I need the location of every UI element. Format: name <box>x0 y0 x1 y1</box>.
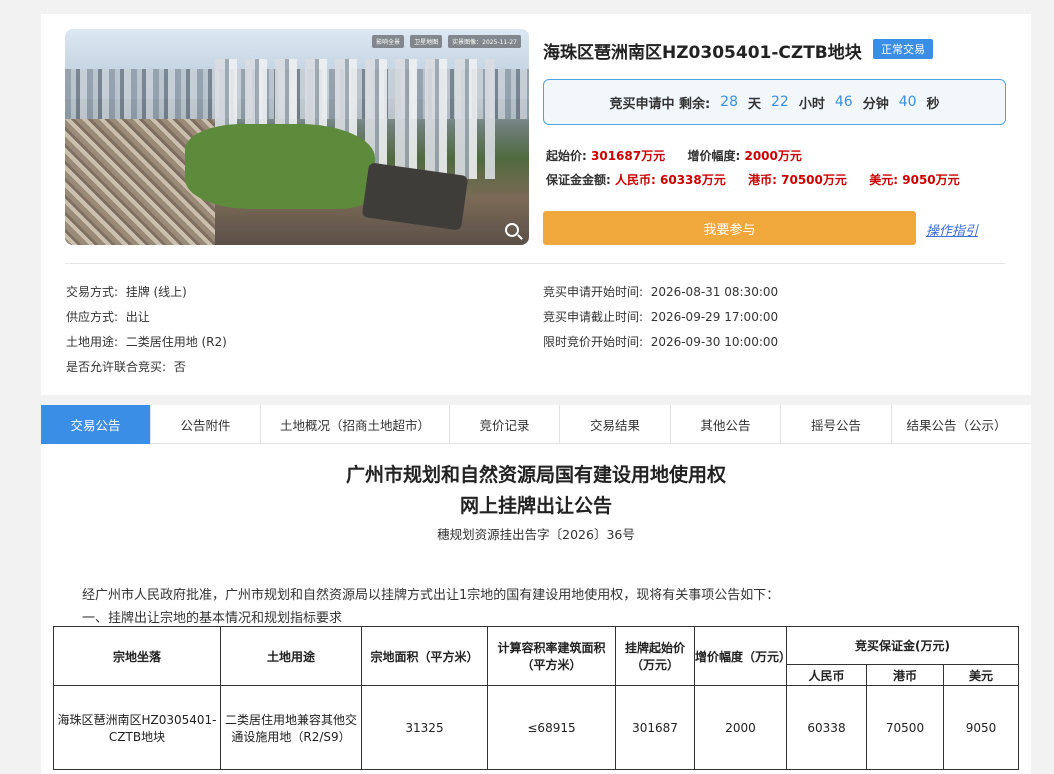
countdown-days-unit: 天 <box>748 96 762 112</box>
start-price-label: 起始价: <box>546 149 587 163</box>
notice-title-line2: 网上挂牌出让公告 <box>459 495 612 517</box>
detail-tabs: 交易公告 公告附件 土地概况（招商土地超市） 竞价记录 交易结果 其他公告 摇号… <box>41 405 1031 444</box>
notice-section-1: 一、挂牌出让宗地的基本情况和规划指标要求 <box>82 611 343 626</box>
increment-value: 2000万元 <box>744 149 802 163</box>
cell-far-area: ≤68915 <box>487 685 616 770</box>
info-value: 否 <box>173 360 186 374</box>
zoom-icon[interactable] <box>505 223 519 237</box>
deposit-cny-value: 60338万元 <box>660 173 726 187</box>
notice-intro: 经广州市人民政府批准，广州市规划和自然资源局以挂牌方式出让1宗地的国有建设用地使… <box>82 588 780 603</box>
tab-bid-records[interactable]: 竞价记录 <box>450 405 560 444</box>
info-label: 限时竞价开始时间: <box>543 335 644 349</box>
countdown-hours-unit: 小时 <box>798 96 825 112</box>
operation-guide-link[interactable]: 操作指引 <box>926 220 978 239</box>
cell-start-price: 301687 <box>615 685 695 770</box>
deposit-hkd-label: 港币: <box>748 173 777 187</box>
status-badge: 正常交易 <box>873 39 933 59</box>
tab-lottery-notice[interactable]: 摇号公告 <box>781 405 892 444</box>
tab-land-overview[interactable]: 土地概况（招商土地超市） <box>261 405 450 444</box>
notice-title-line1: 广州市规划和自然资源局国有建设用地使用权 <box>345 464 726 486</box>
info-value: 2026-09-29 17:00:00 <box>650 310 779 324</box>
deposit-hkd-value: 70500万元 <box>781 173 847 187</box>
parcel-summary-card: 影响全景 卫星地图 实景图像：2025-11-27 海珠区琶洲南区HZ03054… <box>41 14 1031 395</box>
countdown-label: 竞买申请中 剩余: <box>609 96 711 112</box>
deposit-line: 保证金金额: 人民币: 60338万元 港币: 70500万元 美元: 9050… <box>546 171 960 188</box>
photo-view-labels: 影响全景 卫星地图 实景图像：2025-11-27 <box>372 35 521 48</box>
tab-result-publicity[interactable]: 结果公告（公示） <box>892 405 1021 444</box>
countdown-panel: 竞买申请中 剩余: 28 天 22 小时 46 分钟 40 秒 <box>543 79 1006 125</box>
deposit-usd-label: 美元: <box>869 173 899 187</box>
countdown-hours: 22 <box>771 94 789 110</box>
tab-trade-notice[interactable]: 交易公告 <box>41 405 151 444</box>
tab-trade-result[interactable]: 交易结果 <box>560 405 671 444</box>
cell-cny: 60338 <box>786 685 867 770</box>
countdown-days: 28 <box>720 94 738 110</box>
countdown-minutes-unit: 分钟 <box>862 96 889 112</box>
tab-other-notices[interactable]: 其他公告 <box>671 405 781 444</box>
th-cny: 人民币 <box>786 664 867 686</box>
info-label: 土地用途: <box>66 335 119 349</box>
th-far-area: 计算容积率建筑面积（平方米） <box>487 626 616 686</box>
cell-location: 海珠区琶洲南区HZ0305401-CZTB地块 <box>53 685 221 770</box>
notice-content: 广州市规划和自然资源局国有建设用地使用权 网上挂牌出让公告 穗规划资源挂出告字〔… <box>41 444 1031 774</box>
parcel-aerial-photo[interactable]: 影响全景 卫星地图 实景图像：2025-11-27 <box>65 29 529 245</box>
parcel-title: 海珠区琶洲南区HZ0305401-CZTB地块 <box>543 43 862 63</box>
th-area: 宗地面积（平方米） <box>361 626 488 686</box>
parcel-table: 宗地坐落 土地用途 宗地面积（平方米） 计算容积率建筑面积（平方米） 挂牌起始价… <box>53 626 1020 770</box>
info-label: 供应方式: <box>66 310 119 324</box>
th-land-use: 土地用途 <box>220 626 362 686</box>
th-start-price: 挂牌起始价（万元） <box>615 626 695 686</box>
increment-label: 增价幅度: <box>687 149 741 163</box>
info-value: 二类居住用地 (R2) <box>125 335 227 349</box>
photo-label-panorama[interactable]: 影响全景 <box>372 35 405 48</box>
info-row-apply-start: 竞买申请开始时间: 2026-08-31 08:30:00 <box>543 283 778 300</box>
info-value: 挂牌 (线上) <box>125 285 187 299</box>
notice-doc-number: 穗规划资源挂出告字〔2026〕36号 <box>437 527 635 542</box>
countdown-minutes: 46 <box>834 94 853 110</box>
info-value: 出让 <box>125 310 150 324</box>
info-row-supply-mode: 供应方式: 出让 <box>66 308 150 325</box>
info-value: 2026-08-31 08:30:00 <box>650 285 779 299</box>
info-label: 是否允许联合竞买: <box>66 360 167 374</box>
info-row-apply-end: 竞买申请截止时间: 2026-09-29 17:00:00 <box>543 308 778 325</box>
countdown-seconds-unit: 秒 <box>926 96 940 112</box>
th-hkd: 港币 <box>866 664 944 686</box>
tab-attachments[interactable]: 公告附件 <box>151 405 261 444</box>
info-label: 竞买申请开始时间: <box>543 285 644 299</box>
cell-increment: 2000 <box>694 685 787 770</box>
th-location: 宗地坐落 <box>53 626 221 686</box>
photo-label-satellite[interactable]: 卫星地图 <box>410 35 443 48</box>
th-usd: 美元 <box>942 664 1020 686</box>
deposit-usd-value: 9050万元 <box>902 173 960 187</box>
info-label: 交易方式: <box>66 285 119 299</box>
cell-area: 31325 <box>361 685 488 770</box>
join-bid-button[interactable]: 我要参与 <box>543 211 916 245</box>
info-row-trade-mode: 交易方式: 挂牌 (线上) <box>66 283 187 300</box>
deposit-cny-label: 人民币: <box>615 173 656 187</box>
summary-divider <box>65 263 1005 264</box>
start-price-value: 301687万元 <box>591 149 666 163</box>
start-price-line: 起始价: 301687万元 增价幅度: 2000万元 <box>546 147 802 164</box>
info-value: 2026-09-30 10:00:00 <box>650 335 779 349</box>
countdown-seconds: 40 <box>898 94 917 110</box>
table-row: 海珠区琶洲南区HZ0305401-CZTB地块 二类居住用地兼容其他交通设施用地… <box>53 685 1020 770</box>
cell-usd: 9050 <box>942 685 1020 770</box>
info-row-joint-bid: 是否允许联合竞买: 否 <box>66 358 186 375</box>
deposit-label: 保证金金额: <box>546 173 611 187</box>
photo-green-lot <box>185 124 375 209</box>
cell-hkd: 70500 <box>866 685 944 770</box>
info-label: 竞买申请截止时间: <box>543 310 644 324</box>
info-row-land-use: 土地用途: 二类居住用地 (R2) <box>66 333 227 350</box>
th-deposit: 竞买保证金(万元) <box>785 626 1020 665</box>
cell-land-use: 二类居住用地兼容其他交通设施用地（R2/S9） <box>220 685 362 770</box>
info-row-bid-start: 限时竞价开始时间: 2026-09-30 10:00:00 <box>543 333 778 350</box>
th-increment: 增价幅度（万元） <box>694 626 791 686</box>
photo-label-date: 实景图像：2025-11-27 <box>448 35 521 48</box>
